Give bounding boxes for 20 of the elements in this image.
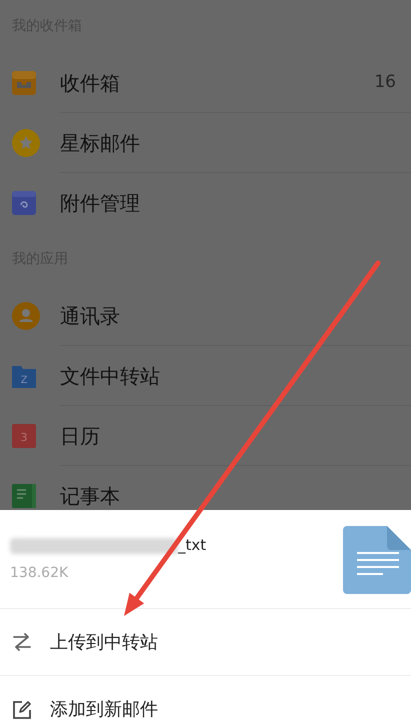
menu-item[interactable]: 日历 — [60, 421, 100, 451]
menu-item[interactable]: 星标邮件 — [60, 128, 140, 158]
contact-icon — [12, 302, 40, 330]
menu-item[interactable]: 附件管理 — [60, 188, 140, 218]
notepad-icon — [12, 484, 36, 508]
calendar-icon: 3 — [12, 424, 36, 448]
action-item[interactable]: 上传到中转站 — [0, 609, 411, 676]
menu-item[interactable]: 通讯录 — [60, 301, 120, 331]
file-name: _txt — [178, 535, 206, 556]
edit-icon — [12, 700, 32, 720]
folder-icon: Z — [12, 364, 36, 388]
file-size: 138.62K — [10, 564, 70, 583]
action-item[interactable]: 添加到新邮件 — [0, 676, 411, 720]
attachment-icon — [12, 191, 36, 215]
menu-item[interactable]: 收件箱 — [60, 68, 120, 98]
transfer-icon — [12, 633, 32, 651]
unread-count: 16 — [374, 71, 396, 94]
menu-item[interactable]: 记事本 — [60, 481, 120, 511]
tray-icon — [12, 71, 36, 95]
menu-item[interactable]: 文件中转站 — [60, 361, 160, 391]
